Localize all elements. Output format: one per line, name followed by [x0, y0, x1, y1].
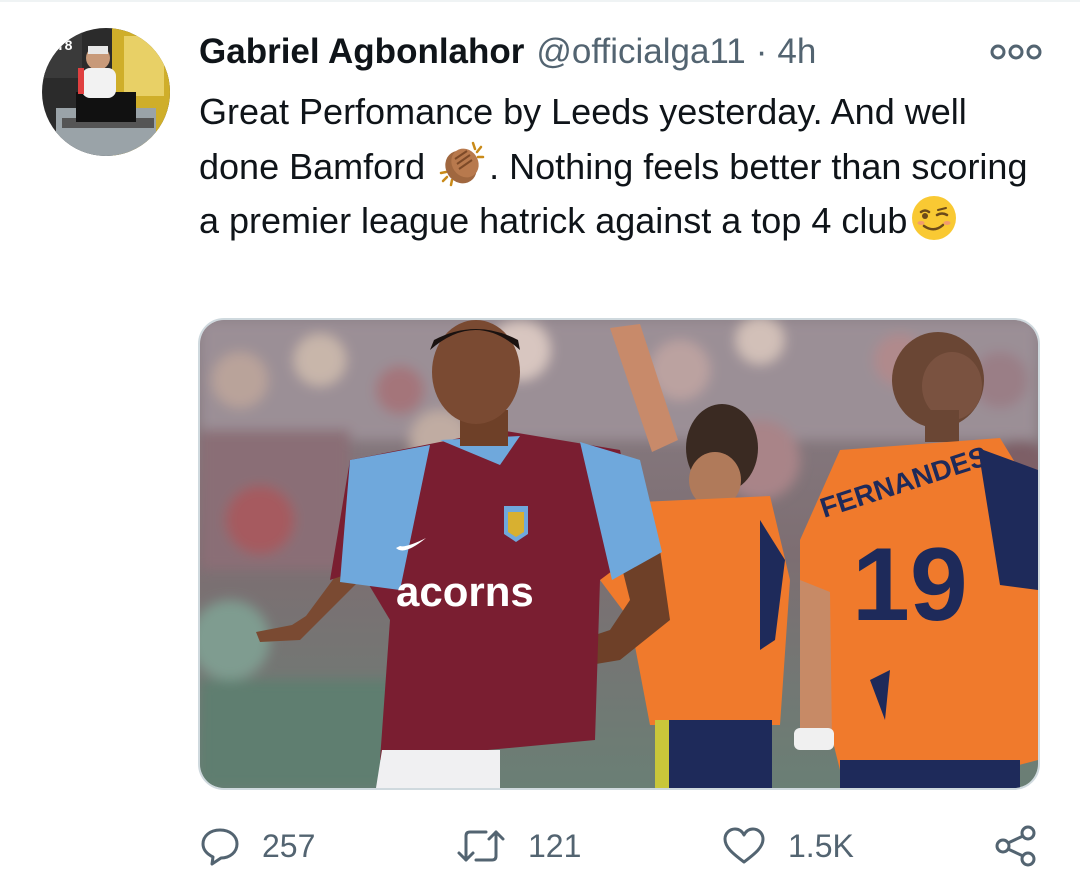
heart-icon — [723, 827, 765, 864]
winking-face-emoji — [909, 193, 959, 243]
reply-button[interactable]: 257 — [200, 816, 315, 876]
tweet-media-photo[interactable]: FERNANDES 19 acorns — [198, 318, 1040, 790]
tweet-header: Gabriel Agbonlahor @officialga11 · 4h — [199, 32, 816, 78]
retweet-icon — [457, 830, 505, 862]
reply-count: 257 — [262, 827, 316, 864]
avatar-photo: BT8 — [42, 28, 170, 156]
user-handle[interactable]: @officialga11 — [536, 32, 745, 72]
clapping-hands-emoji — [437, 139, 487, 189]
more-options-icon — [990, 44, 1042, 60]
tweet-text: Great Perfomance by Leeds yesterday. And… — [199, 86, 1039, 248]
tweet-actions: 257 121 1.5K — [0, 816, 1080, 876]
retweet-button[interactable]: 121 — [456, 816, 581, 876]
reply-icon — [201, 828, 239, 866]
shirt-sponsor: acorns — [396, 568, 534, 615]
top-divider — [0, 0, 1080, 2]
shirt-number: 19 — [852, 527, 968, 643]
like-button[interactable]: 1.5K — [722, 816, 854, 876]
separator-dot: · — [755, 32, 768, 71]
tweet-time[interactable]: 4h — [777, 32, 816, 72]
share-button[interactable] — [994, 816, 1060, 876]
avatar[interactable]: BT8 — [42, 28, 170, 156]
retweet-count: 121 — [528, 827, 582, 864]
share-icon — [995, 825, 1036, 867]
like-count: 1.5K — [788, 827, 854, 864]
more-options-button[interactable] — [990, 42, 1042, 62]
avatar-badge: BT8 — [46, 37, 73, 53]
football-photo: FERNANDES 19 acorns — [200, 320, 1038, 788]
display-name[interactable]: Gabriel Agbonlahor — [199, 32, 524, 72]
